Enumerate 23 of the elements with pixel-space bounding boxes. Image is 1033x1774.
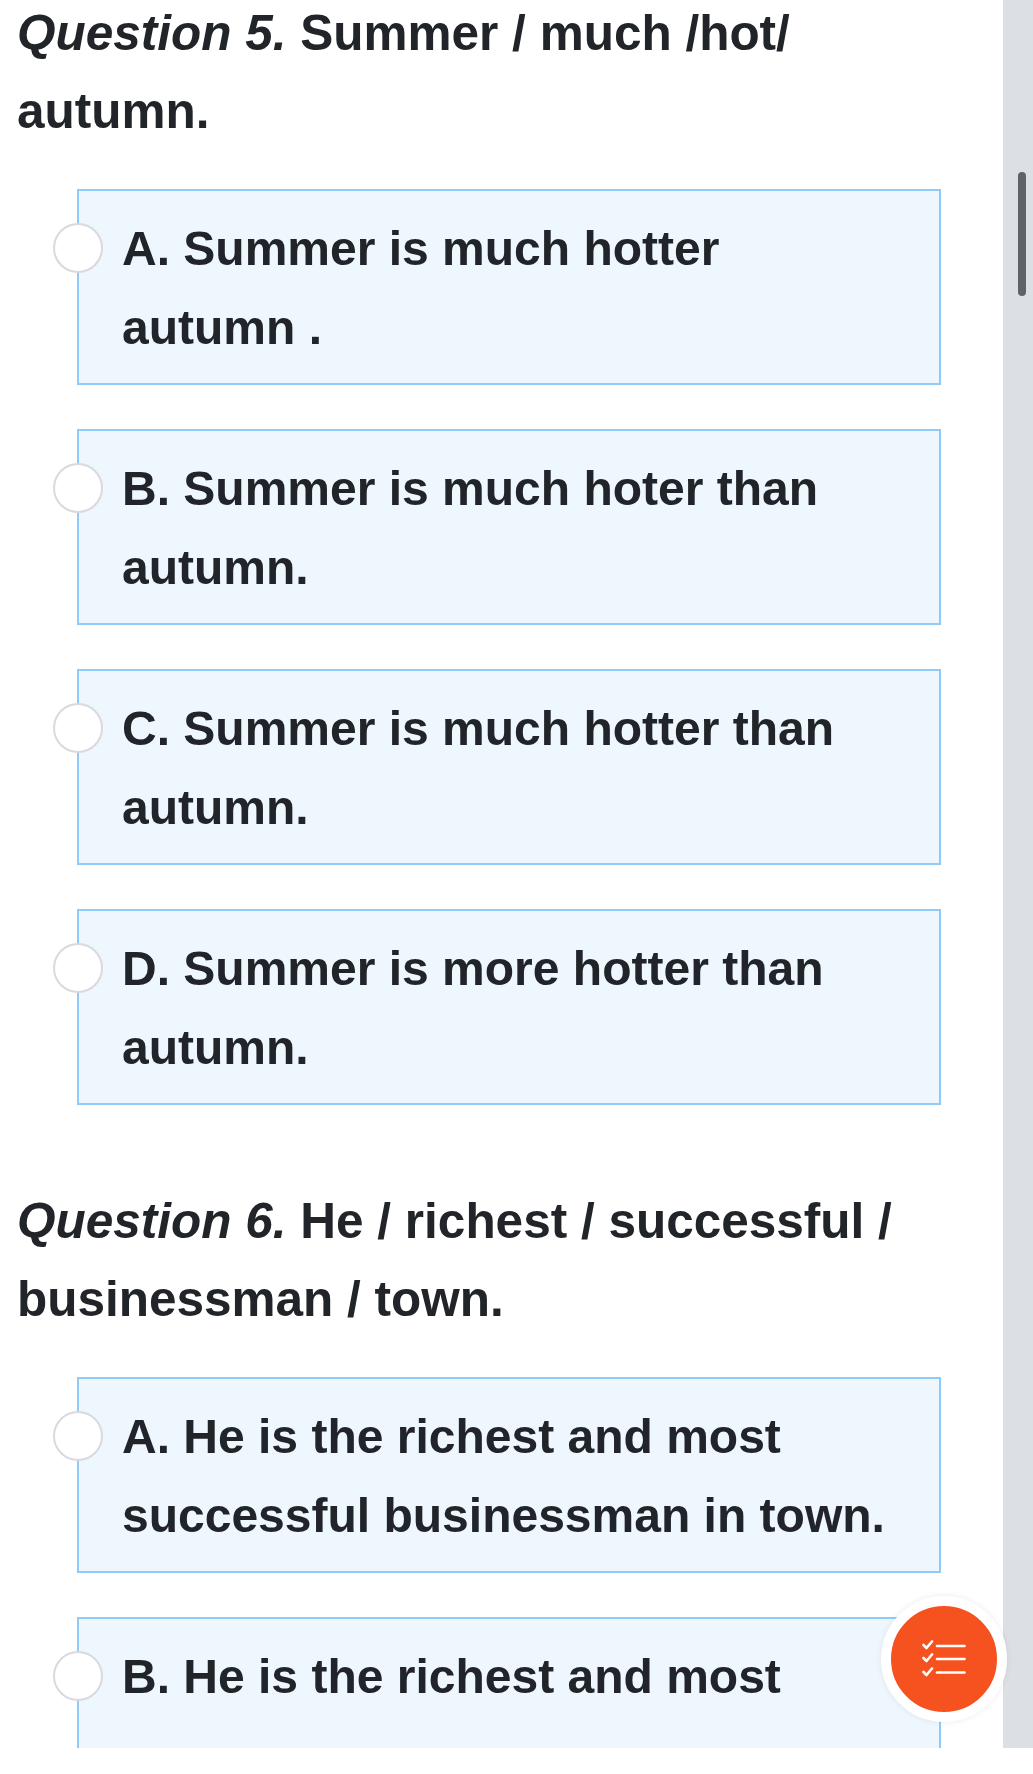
radio-button[interactable] [53, 943, 103, 993]
radio-button[interactable] [53, 1411, 103, 1461]
radio-button[interactable] [53, 1651, 103, 1701]
radio-button[interactable] [53, 223, 103, 273]
option-text: D. Summer is more hotter than autumn. [122, 941, 825, 1076]
answer-option[interactable]: C. Summer is much hotter than autumn. [77, 669, 941, 865]
option-text: B. Summer is much hoter than autumn. [122, 461, 820, 596]
answer-option[interactable]: A. He is the richest and most successful businessman in town. [77, 1377, 941, 1573]
scrollbar-thumb[interactable] [1018, 172, 1026, 296]
checklist-icon [922, 1640, 966, 1678]
answer-option[interactable]: A. Summer is much hotter autumn . [77, 189, 941, 385]
radio-button[interactable] [53, 463, 103, 513]
answer-option[interactable]: B. Summer is much hoter than autumn. [77, 429, 941, 625]
option-text: A. He is the richest and most successful businessman in town. [122, 1409, 886, 1544]
question-title: Question 5. Summer / much /hot/ autumn. [17, 4, 791, 140]
scrollbar-track[interactable] [1003, 0, 1033, 1748]
answer-option[interactable]: D. Summer is more hotter than autumn. [77, 909, 941, 1105]
option-text: B. He is the richest and most [122, 1649, 782, 1705]
question-title: Question 6. He / richest / successful / businessman / town. [17, 1192, 893, 1328]
answer-option[interactable]: B. He is the richest and most [77, 1617, 941, 1748]
radio-button[interactable] [53, 703, 103, 753]
option-text: A. Summer is much hotter autumn . [122, 221, 721, 356]
option-text: C. Summer is much hotter than autumn. [122, 701, 836, 836]
